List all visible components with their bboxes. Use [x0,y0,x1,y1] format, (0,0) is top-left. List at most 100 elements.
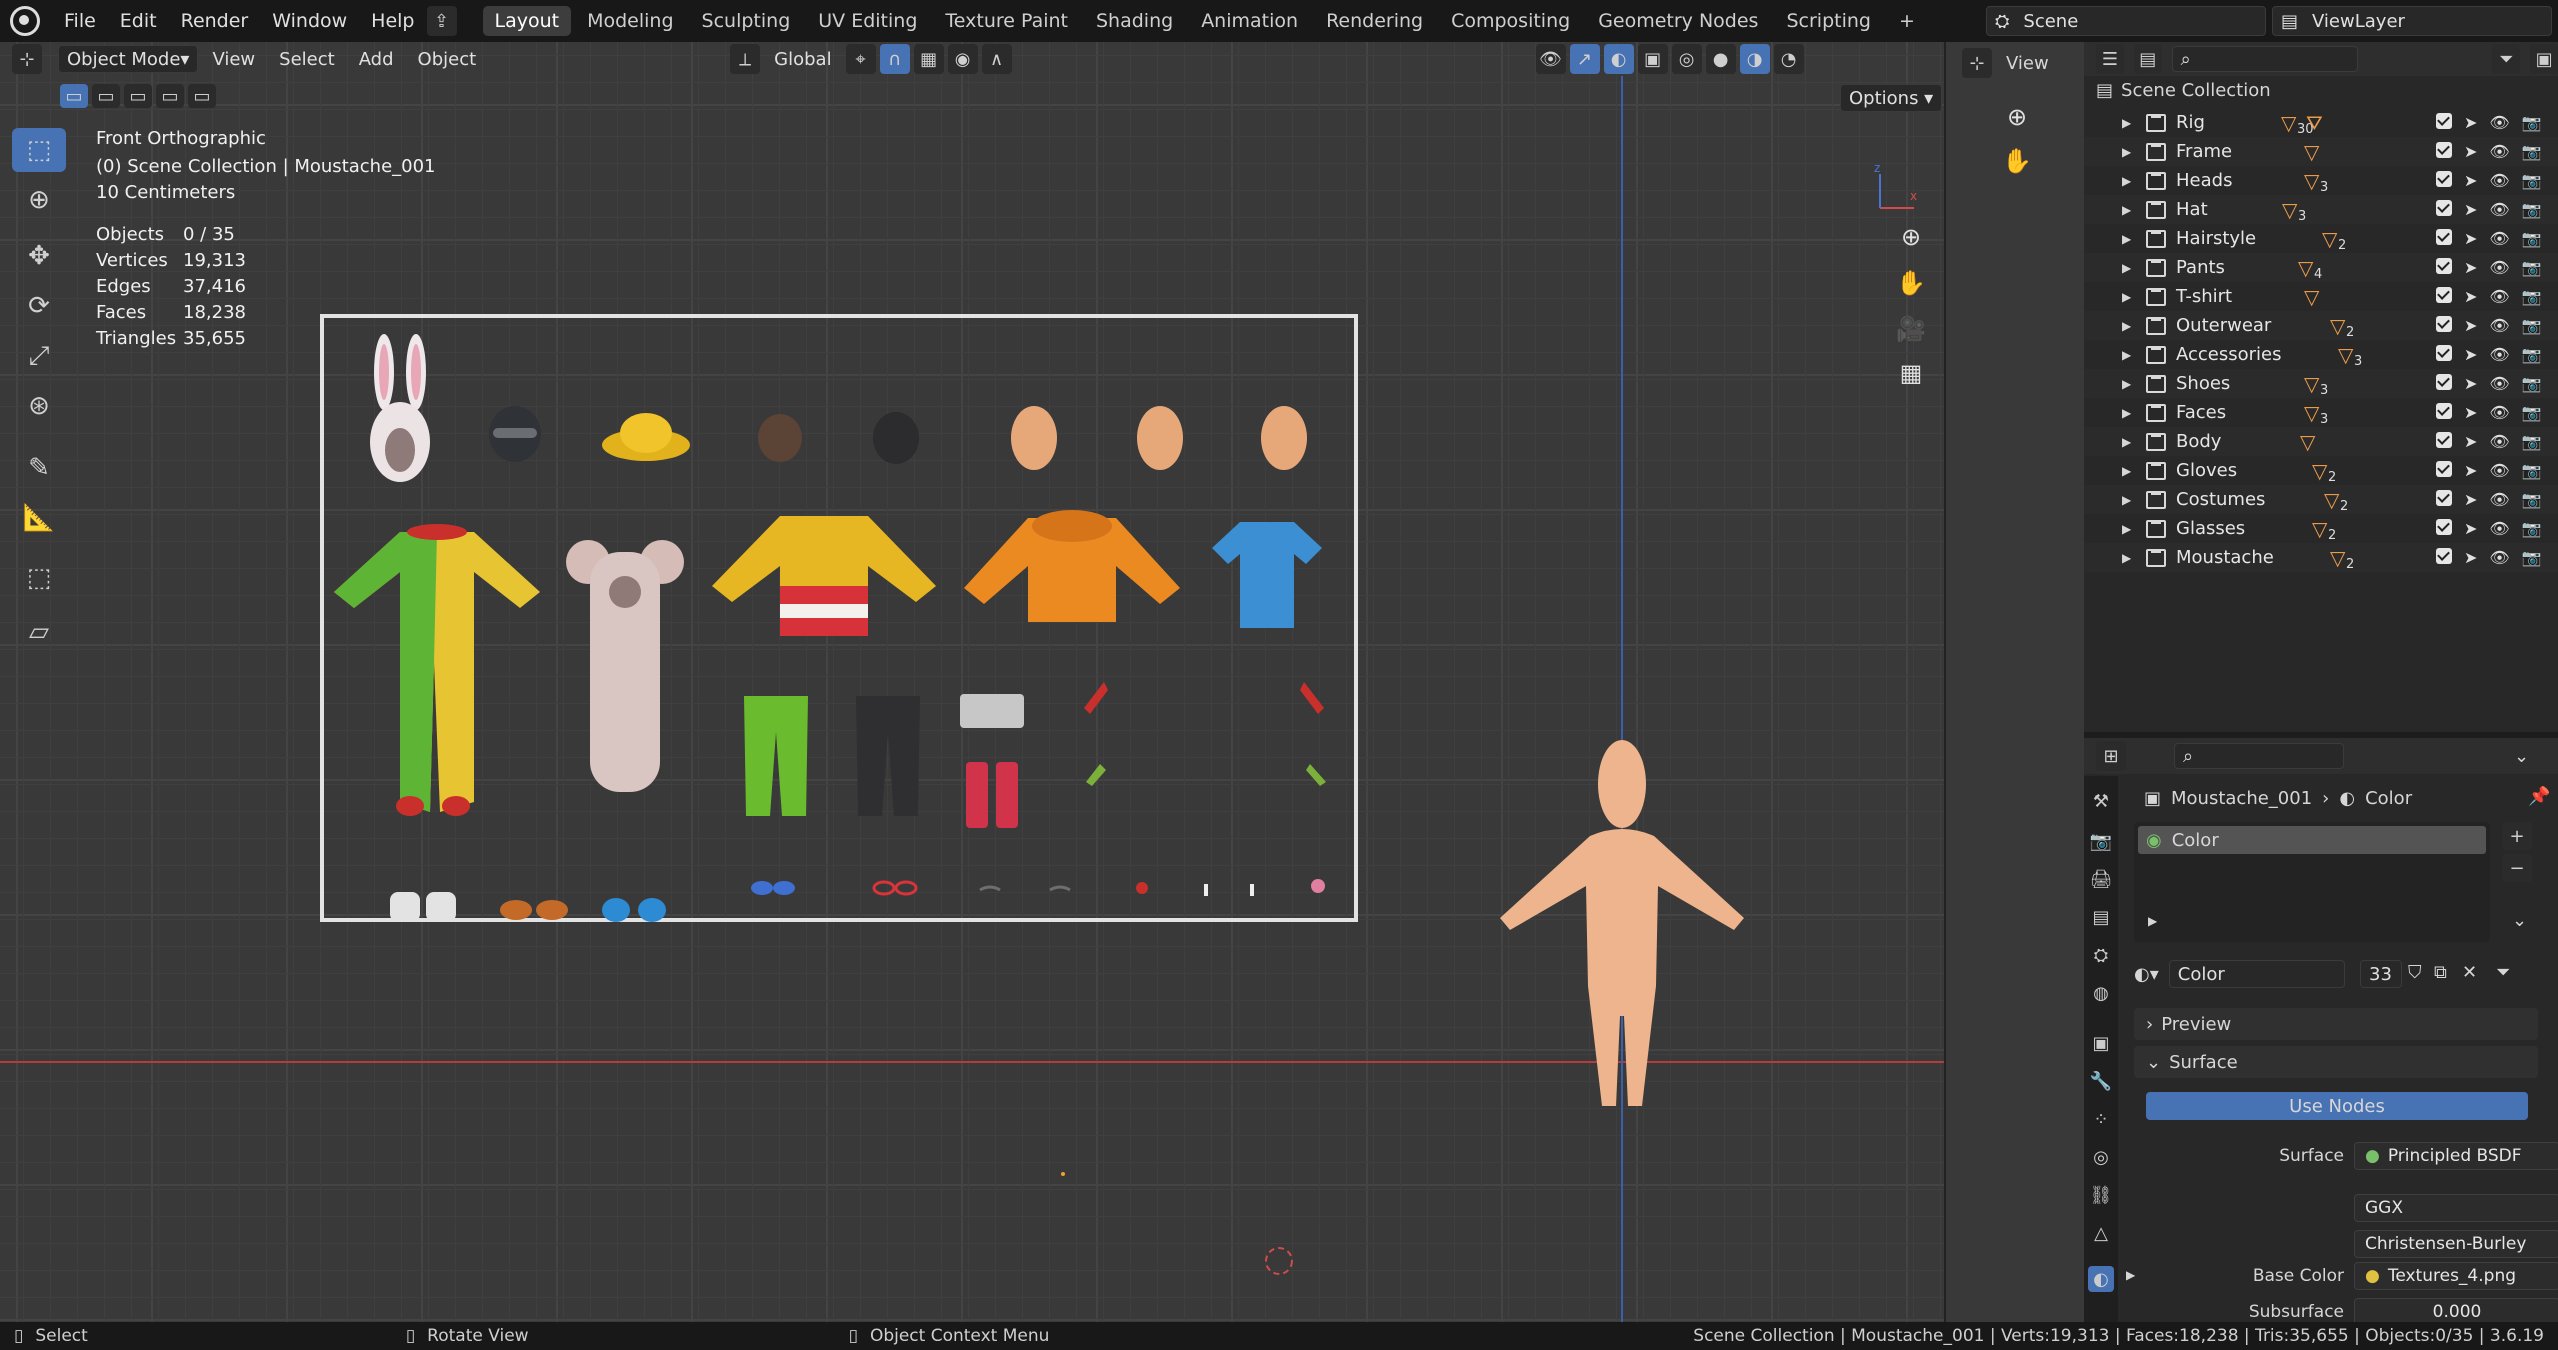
mesh-data-icon[interactable]: ▽ [2330,314,2345,338]
sunglasses[interactable] [748,878,798,898]
mesh-data-icon[interactable]: ▽ [2312,517,2327,541]
clown-costume[interactable] [330,512,544,832]
tab-scripting[interactable]: Scripting [1774,6,1883,36]
filter-icon[interactable]: ⏷ [2492,44,2521,74]
mesh-data-icon[interactable]: ▽ [2304,401,2319,425]
material-selector[interactable]: ◐▾ Color [2134,960,2384,988]
outliner-row-pants[interactable]: ▶ Pants ▽ 4 ➤ 👁 📷 [2084,253,2558,282]
preview-panel-header[interactable]: › Preview [2134,1008,2538,1040]
select-new-icon[interactable]: ▭ [60,84,88,108]
solid-shading-icon[interactable]: ● [1705,44,1736,74]
menu-help[interactable]: Help [359,0,426,42]
eye-icon[interactable]: 👁 [2489,171,2509,190]
mesh-data-icon[interactable]: ▽ [2338,343,2353,367]
mesh-data-icon[interactable]: ▽ [2330,546,2345,570]
outliner-row-moustache[interactable]: ▶ Moustache ▽ 2 ➤ 👁 📷 [2084,543,2558,572]
select-box-tool-icon[interactable]: ⬚ [12,128,66,172]
duplicate-icon[interactable]: ⧉ [2434,962,2447,983]
properties-search-input[interactable]: ⌕ [2174,743,2344,769]
hairstyle-dark[interactable] [870,410,922,466]
render-camera-icon[interactable]: 📷 [2522,519,2542,538]
head-1[interactable] [1007,404,1061,474]
rotate-tool-icon[interactable]: ⟳ [12,284,66,328]
exclude-checkbox[interactable] [2436,287,2452,303]
selectable-arrow-icon[interactable]: ➤ [2464,403,2477,422]
scene-selector[interactable]: ⛭ Scene [1986,6,2266,36]
tab-layout[interactable]: Layout [482,6,572,36]
accessory-small[interactable] [1200,880,1260,900]
proportional-edit-icon[interactable]: ◉ [947,44,978,74]
striped-jacket[interactable] [710,506,938,646]
selectable-arrow-icon[interactable]: ➤ [2464,171,2477,190]
mode-dropdown[interactable]: Object Mode ▾ [58,45,199,73]
render-camera-icon[interactable]: 📷 [2522,461,2542,480]
expand-arrow-icon[interactable]: ▶ [2122,493,2131,507]
yellow-hat[interactable] [598,407,694,467]
blender-logo-icon[interactable] [10,6,40,36]
outliner-root[interactable]: ▤ Scene Collection [2096,80,2271,101]
selectable-arrow-icon[interactable]: ➤ [2464,519,2477,538]
expand-arrow-icon[interactable]: ▶ [2122,348,2131,362]
orientation-dropdown[interactable]: Global [764,49,841,70]
bunny-hat[interactable] [360,332,440,492]
annotate-tool-icon[interactable]: ✎ [12,446,66,490]
shear-tool-icon[interactable]: ▱ [12,610,66,654]
zoom-icon[interactable]: ⊕ [1890,216,1932,258]
upload-icon[interactable]: ⇪ [426,6,457,36]
exclude-checkbox[interactable] [2436,461,2452,477]
selectable-arrow-icon[interactable]: ➤ [2464,374,2477,393]
side-view-menu[interactable]: View [2006,53,2049,74]
glove-1[interactable] [1074,678,1112,718]
add-slot-icon[interactable]: + [2502,822,2532,850]
hairstyle-brown[interactable] [755,412,805,464]
menu-edit[interactable]: Edit [108,0,169,42]
eye-icon[interactable]: 👁 [2489,519,2509,538]
eye-icon[interactable]: 👁 [2489,258,2509,277]
exclude-checkbox[interactable] [2436,142,2452,158]
cursor-tool-icon[interactable]: ⊕ [12,178,66,222]
helmet[interactable] [485,402,545,472]
tab-uv-editing[interactable]: UV Editing [806,6,929,36]
expand-arrow-icon[interactable]: ▶ [2122,290,2131,304]
blue-tshirt[interactable] [1210,518,1324,632]
overlay-icon[interactable]: ◐ [1603,44,1634,74]
clown-nose[interactable] [1134,880,1150,896]
tab-rendering[interactable]: Rendering [1314,6,1435,36]
orange-hoodie[interactable] [962,506,1182,636]
side-zoom-icon[interactable]: ⊕ [1996,96,2038,138]
rendered-shading-icon[interactable]: ◔ [1773,44,1804,74]
eye-icon[interactable]: 👁 [2489,548,2509,567]
mesh-data-icon[interactable]: ▽ [2312,459,2327,483]
select-extend-icon[interactable]: ▭ [92,84,120,108]
wireframe-shading-icon[interactable]: ◎ [1671,44,1702,74]
outliner-row-accessories[interactable]: ▶ Accessories ▽ 3 ➤ 👁 📷 [2084,340,2558,370]
glove-4[interactable] [1302,760,1332,790]
scale-tool-icon[interactable]: ⤢ [12,334,66,378]
eye-icon[interactable]: 👁 [2489,490,2509,509]
green-pants[interactable] [740,692,812,820]
mesh-data-icon[interactable]: ▽ [2304,140,2319,164]
physics-tab-icon[interactable]: ◎ [2088,1144,2114,1170]
outliner-row-t-shirt[interactable]: ▶ T-shirt ▽ ➤ 👁 📷 [2084,282,2558,311]
moustaches[interactable] [976,882,1080,896]
eye-icon[interactable]: 👁 [2489,403,2509,422]
menu-window[interactable]: Window [260,0,359,42]
mesh-data-icon[interactable]: ▽ [2304,285,2319,309]
selectable-arrow-icon[interactable]: ➤ [2464,229,2477,248]
armature-icon[interactable]: ⛛ [2306,111,2323,135]
editor-type-icon[interactable]: ⊹ [12,44,42,74]
move-tool-icon[interactable]: ✥ [12,234,66,278]
expand-arrow-icon[interactable]: ▶ [2122,232,2131,246]
outliner-row-glasses[interactable]: ▶ Glasses ▽ 2 ➤ 👁 📷 [2084,514,2558,544]
select-intersect-icon[interactable]: ▭ [188,84,216,108]
xray-icon[interactable]: ▣ [1637,44,1668,74]
render-camera-icon[interactable]: 📷 [2522,432,2542,451]
world-tab-icon[interactable]: ◍ [2088,980,2114,1006]
mesh-data-icon[interactable]: ▽ [2304,169,2319,193]
3d-viewport[interactable]: ⊹ Object Mode ▾ View Select Add Object ⟂… [0,42,1944,1322]
tab-texture-paint[interactable]: Texture Paint [933,6,1080,36]
eye-icon[interactable]: 👁 [2489,461,2509,480]
exclude-checkbox[interactable] [2436,316,2452,332]
subsurface-method-dropdown[interactable]: Christensen-Burley [2354,1230,2558,1258]
expand-arrow-icon[interactable]: ▶ [2122,145,2131,159]
